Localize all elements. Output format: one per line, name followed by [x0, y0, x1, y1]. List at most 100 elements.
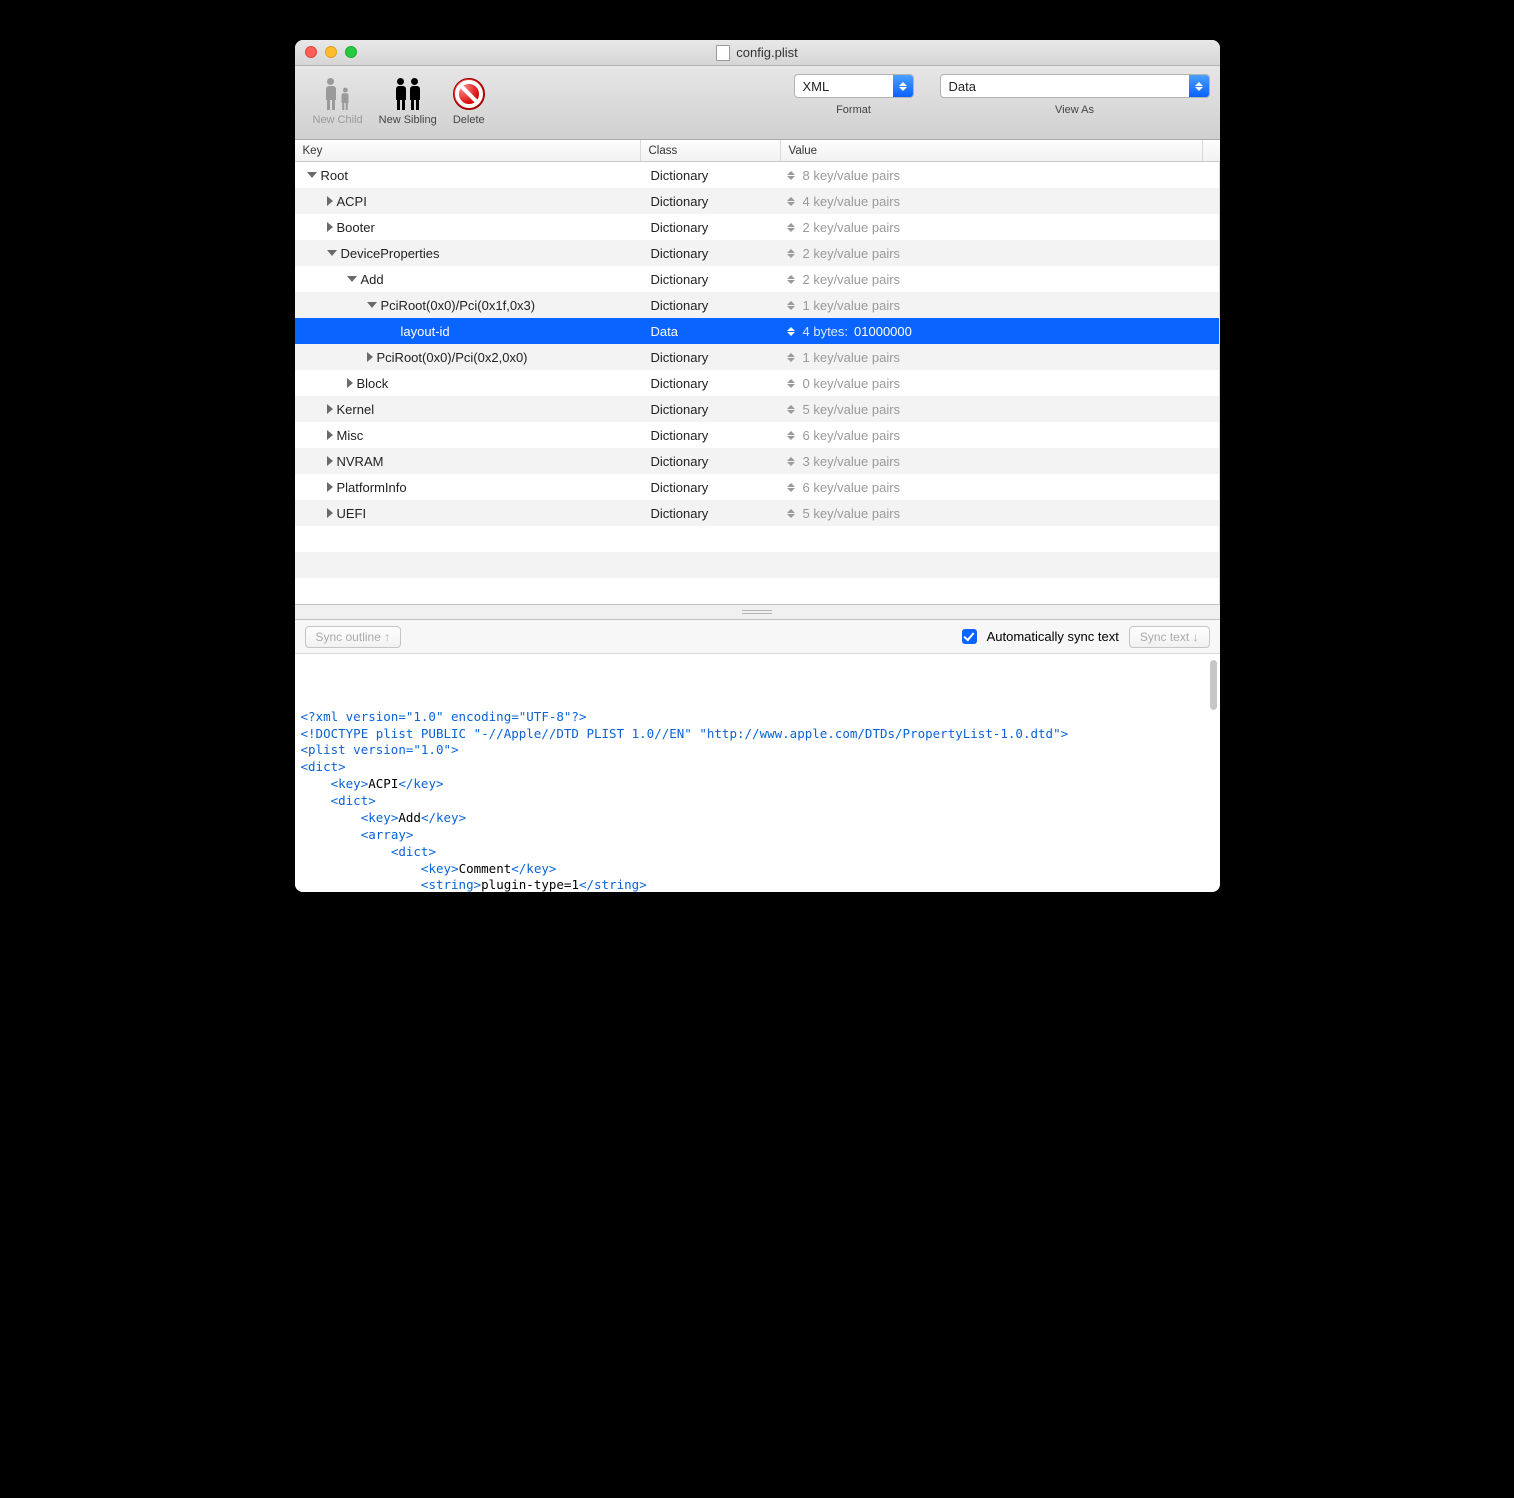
xml-line: <key>Comment</key> [301, 861, 1214, 878]
class-cell[interactable]: Dictionary [641, 344, 781, 370]
value-cell[interactable]: 1 key/value pairs [781, 292, 1220, 318]
table-row[interactable]: KernelDictionary5 key/value pairs [295, 396, 1220, 422]
stepper-icon[interactable] [785, 483, 797, 492]
table-row[interactable]: ACPIDictionary4 key/value pairs [295, 188, 1220, 214]
table-row[interactable]: NVRAMDictionary3 key/value pairs [295, 448, 1220, 474]
chevron-right-icon[interactable] [327, 456, 333, 466]
class-cell[interactable]: Dictionary [641, 266, 781, 292]
chevron-right-icon[interactable] [327, 404, 333, 414]
key-cell[interactable]: PlatformInfo [295, 474, 641, 500]
table-row[interactable]: DevicePropertiesDictionary2 key/value pa… [295, 240, 1220, 266]
value-cell[interactable]: 8 key/value pairs [781, 162, 1220, 188]
stepper-icon[interactable] [785, 431, 797, 440]
class-cell[interactable]: Dictionary [641, 422, 781, 448]
viewas-select[interactable]: Data [940, 74, 1210, 98]
chevron-right-icon[interactable] [327, 430, 333, 440]
stepper-icon[interactable] [785, 249, 797, 258]
col-class[interactable]: Class [641, 140, 781, 161]
chevron-right-icon[interactable] [327, 482, 333, 492]
value-cell[interactable]: 1 key/value pairs [781, 344, 1220, 370]
class-cell[interactable]: Dictionary [641, 240, 781, 266]
col-value[interactable]: Value [781, 140, 1203, 161]
class-cell[interactable]: Dictionary [641, 396, 781, 422]
stepper-icon[interactable] [785, 171, 797, 180]
stepper-icon[interactable] [785, 405, 797, 414]
new-sibling-button[interactable]: New Sibling [371, 70, 445, 126]
class-cell[interactable]: Dictionary [641, 474, 781, 500]
chevron-right-icon[interactable] [327, 222, 333, 232]
table-row[interactable]: RootDictionary8 key/value pairs [295, 162, 1220, 188]
key-cell[interactable]: DeviceProperties [295, 240, 641, 266]
value-cell[interactable]: 2 key/value pairs [781, 240, 1220, 266]
table-row[interactable]: PlatformInfoDictionary6 key/value pairs [295, 474, 1220, 500]
value-cell[interactable]: 3 key/value pairs [781, 448, 1220, 474]
table-row[interactable]: AddDictionary2 key/value pairs [295, 266, 1220, 292]
key-cell[interactable]: Booter [295, 214, 641, 240]
table-row[interactable]: layout-idData4 bytes: 01000000 [295, 318, 1220, 344]
delete-button[interactable]: Delete [445, 70, 493, 126]
value-cell[interactable]: 2 key/value pairs [781, 266, 1220, 292]
table-row[interactable]: UEFIDictionary5 key/value pairs [295, 500, 1220, 526]
class-cell[interactable]: Dictionary [641, 188, 781, 214]
col-key[interactable]: Key [295, 140, 641, 161]
xml-source-pane[interactable]: <?xml version="1.0" encoding="UTF-8"?><!… [295, 654, 1220, 892]
class-cell[interactable]: Data [641, 318, 781, 344]
chevron-right-icon[interactable] [347, 378, 353, 388]
stepper-icon[interactable] [785, 509, 797, 518]
format-label: Format [836, 104, 871, 116]
auto-sync-checkbox[interactable] [962, 629, 977, 644]
stepper-icon[interactable] [785, 327, 797, 336]
zoom-icon[interactable] [345, 46, 357, 58]
outline-view[interactable]: RootDictionary8 key/value pairsACPIDicti… [295, 162, 1220, 604]
value-cell[interactable]: 5 key/value pairs [781, 396, 1220, 422]
chevron-down-icon[interactable] [367, 302, 377, 308]
key-cell[interactable]: ACPI [295, 188, 641, 214]
chevron-right-icon[interactable] [367, 352, 373, 362]
minimize-icon[interactable] [325, 46, 337, 58]
stepper-icon[interactable] [785, 457, 797, 466]
table-row[interactable]: BooterDictionary2 key/value pairs [295, 214, 1220, 240]
scrollbar-thumb[interactable] [1210, 660, 1217, 710]
key-cell[interactable]: Root [295, 162, 641, 188]
value-cell[interactable]: 5 key/value pairs [781, 500, 1220, 526]
stepper-icon[interactable] [785, 275, 797, 284]
key-cell[interactable]: Add [295, 266, 641, 292]
value-cell[interactable]: 4 bytes: 01000000 [781, 318, 1220, 344]
close-icon[interactable] [305, 46, 317, 58]
class-cell[interactable]: Dictionary [641, 292, 781, 318]
value-cell[interactable]: 0 key/value pairs [781, 370, 1220, 396]
table-row[interactable]: MiscDictionary6 key/value pairs [295, 422, 1220, 448]
stepper-icon[interactable] [785, 379, 797, 388]
class-cell[interactable]: Dictionary [641, 214, 781, 240]
class-cell[interactable]: Dictionary [641, 162, 781, 188]
chevron-down-icon[interactable] [307, 172, 317, 178]
stepper-icon[interactable] [785, 353, 797, 362]
class-cell[interactable]: Dictionary [641, 370, 781, 396]
table-row[interactable]: PciRoot(0x0)/Pci(0x1f,0x3)Dictionary1 ke… [295, 292, 1220, 318]
format-select[interactable]: XML [794, 74, 914, 98]
key-cell[interactable]: Misc [295, 422, 641, 448]
value-cell[interactable]: 6 key/value pairs [781, 422, 1220, 448]
stepper-icon[interactable] [785, 197, 797, 206]
chevron-down-icon[interactable] [347, 276, 357, 282]
chevron-right-icon[interactable] [327, 508, 333, 518]
stepper-icon[interactable] [785, 223, 797, 232]
class-cell[interactable]: Dictionary [641, 500, 781, 526]
key-cell[interactable]: UEFI [295, 500, 641, 526]
key-cell[interactable]: layout-id [295, 318, 641, 344]
key-cell[interactable]: PciRoot(0x0)/Pci(0x1f,0x3) [295, 292, 641, 318]
chevron-down-icon[interactable] [327, 250, 337, 256]
key-cell[interactable]: Block [295, 370, 641, 396]
split-handle[interactable] [295, 604, 1220, 620]
key-cell[interactable]: PciRoot(0x0)/Pci(0x2,0x0) [295, 344, 641, 370]
table-row[interactable]: PciRoot(0x0)/Pci(0x2,0x0)Dictionary1 key… [295, 344, 1220, 370]
class-cell[interactable]: Dictionary [641, 448, 781, 474]
value-cell[interactable]: 6 key/value pairs [781, 474, 1220, 500]
value-cell[interactable]: 2 key/value pairs [781, 214, 1220, 240]
table-row[interactable]: BlockDictionary0 key/value pairs [295, 370, 1220, 396]
stepper-icon[interactable] [785, 301, 797, 310]
key-cell[interactable]: NVRAM [295, 448, 641, 474]
value-cell[interactable]: 4 key/value pairs [781, 188, 1220, 214]
key-cell[interactable]: Kernel [295, 396, 641, 422]
chevron-right-icon[interactable] [327, 196, 333, 206]
